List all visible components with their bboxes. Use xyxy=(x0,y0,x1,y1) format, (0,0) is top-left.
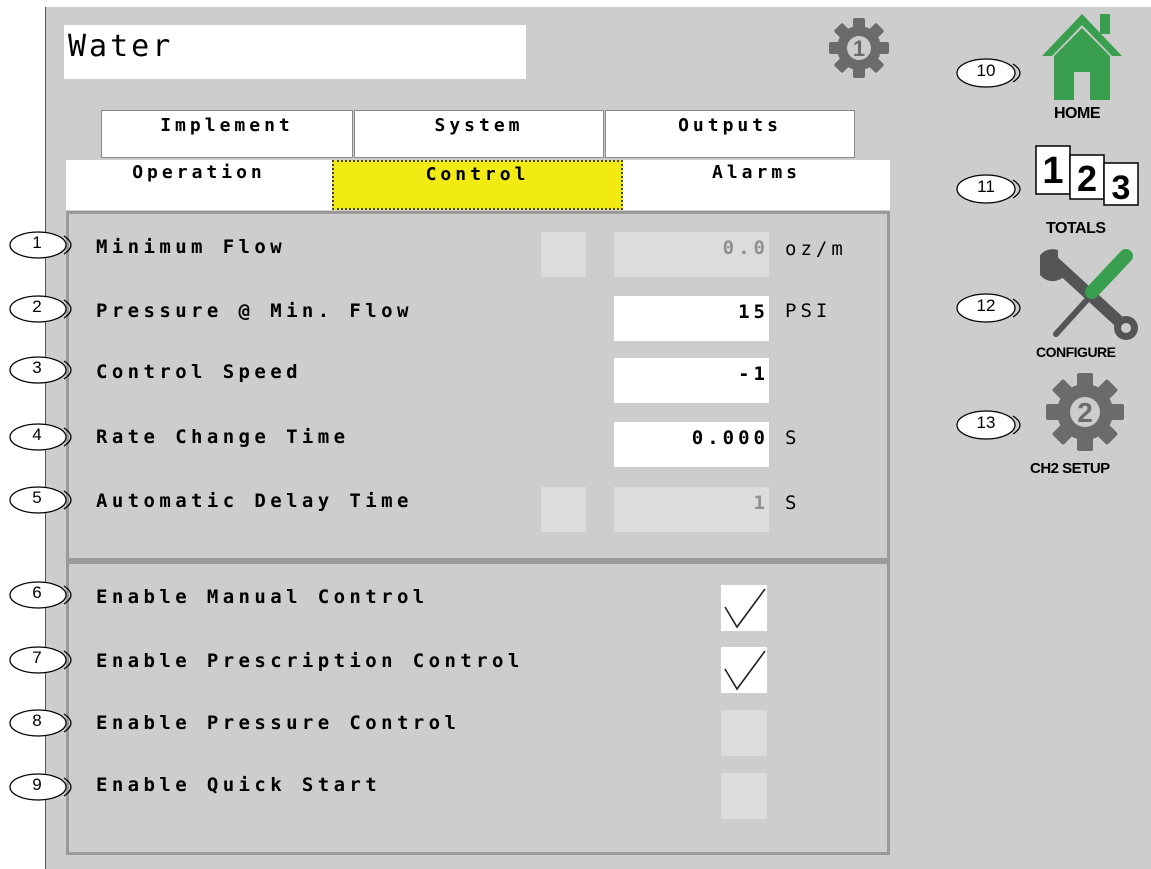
enable-quick-start-checkbox[interactable] xyxy=(721,773,767,819)
tab-alarms[interactable]: Alarms xyxy=(623,160,890,210)
totals-digit-3: 3 xyxy=(1112,169,1131,207)
enable-pressure-control-checkbox[interactable] xyxy=(721,710,767,756)
tab-outputs[interactable]: Outputs xyxy=(605,110,855,158)
channel-1-gear-icon[interactable]: 1 xyxy=(826,15,892,81)
enable-prescription-control-label: Enable Prescription Control xyxy=(96,650,524,672)
enable-manual-control-label: Enable Manual Control xyxy=(96,586,429,608)
callout-11-number: 11 xyxy=(977,177,995,196)
callout-4-number: 4 xyxy=(32,425,42,444)
totals-digit-2: 2 xyxy=(1077,158,1097,199)
gear-2-badge: 2 xyxy=(1077,397,1093,428)
control-speed-input[interactable]: -1 xyxy=(614,358,769,403)
pressure-min-flow-input[interactable]: 15 xyxy=(614,296,769,341)
minimum-flow-label: Minimum Flow xyxy=(96,236,287,258)
totals-label[interactable]: TOTALS xyxy=(1046,220,1106,238)
callout-1-number: 1 xyxy=(32,233,42,252)
tab-control[interactable]: Control xyxy=(332,160,623,210)
totals-icon[interactable]: 1 2 3 xyxy=(1035,145,1141,207)
control-speed-label: Control Speed xyxy=(96,361,302,383)
pressure-min-flow-unit: PSI xyxy=(785,300,832,322)
automatic-delay-time-unit: S xyxy=(785,492,801,514)
callout-6-number: 6 xyxy=(32,583,42,602)
pressure-min-flow-label: Pressure @ Min. Flow xyxy=(96,300,413,322)
rate-change-time-label: Rate Change Time xyxy=(96,426,350,448)
tab-implement[interactable]: Implement xyxy=(101,110,353,158)
minimum-flow-value: 0.0 xyxy=(614,232,769,277)
enable-manual-control-checkbox[interactable] xyxy=(721,585,767,631)
tab-system[interactable]: System xyxy=(354,110,604,158)
minimum-flow-unit: oz/m xyxy=(785,238,847,260)
gear-2-icon[interactable]: 2 xyxy=(1044,371,1126,453)
callout-10-number: 10 xyxy=(976,61,996,80)
automatic-delay-time-label: Automatic Delay Time xyxy=(96,490,413,512)
ch2-setup-label[interactable]: CH2 SETUP xyxy=(1030,460,1110,477)
configure-label[interactable]: CONFIGURE xyxy=(1036,344,1116,360)
callout-2-number: 2 xyxy=(32,297,42,316)
channel-1-gear-badge: 1 xyxy=(853,36,865,61)
enable-pressure-control-label: Enable Pressure Control xyxy=(96,712,461,734)
wrench-screwdriver-icon[interactable] xyxy=(1040,248,1140,340)
automatic-delay-lock-box xyxy=(541,487,586,532)
minimum-flow-lock-box xyxy=(541,232,586,277)
home-icon[interactable] xyxy=(1040,12,1124,102)
enable-quick-start-label: Enable Quick Start xyxy=(96,774,382,796)
home-label[interactable]: HOME xyxy=(1054,105,1101,123)
totals-digit-1: 1 xyxy=(1042,150,1063,192)
callout-5-number: 5 xyxy=(32,488,42,507)
rate-change-time-input[interactable]: 0.000 xyxy=(614,422,769,467)
callout-3-number: 3 xyxy=(32,358,42,377)
automatic-delay-time-value: 1 xyxy=(614,487,769,532)
callout-7-number: 7 xyxy=(32,648,42,667)
callout-13-number: 13 xyxy=(976,413,996,432)
callout-8-number: 8 xyxy=(32,711,42,730)
rate-change-time-unit: S xyxy=(785,427,801,449)
callout-9-number: 9 xyxy=(32,775,42,794)
enable-prescription-control-checkbox[interactable] xyxy=(721,647,767,693)
channel-title: Water xyxy=(64,25,526,79)
callout-12-number: 12 xyxy=(976,296,996,315)
tab-operation[interactable]: Operation xyxy=(66,160,332,210)
